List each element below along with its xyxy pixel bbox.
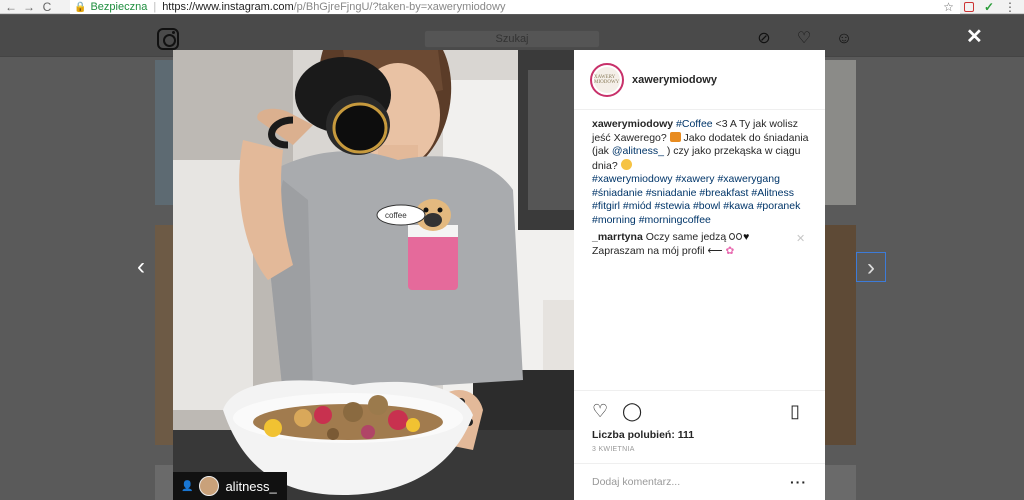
author-username[interactable]: xawerymiodowy <box>632 74 717 86</box>
tagged-user-name: alitness_ <box>225 478 277 494</box>
background-thumbnail <box>155 60 175 205</box>
secure-label: Bezpieczna <box>90 1 148 13</box>
forward-icon[interactable]: → <box>22 0 36 14</box>
extension-shield-icon[interactable] <box>963 2 974 12</box>
search-placeholder: Szukaj <box>495 33 529 45</box>
activity-heart-icon[interactable]: ♡ <box>795 30 813 48</box>
tagged-user-avatar <box>199 476 220 496</box>
close-icon[interactable]: ✕ <box>966 27 983 47</box>
background-thumbnail <box>155 465 175 500</box>
likes-number: 111 <box>677 429 695 441</box>
tagged-user-chip[interactable]: 👤 alitness_ <box>173 472 287 500</box>
comment-text-2: Zapraszam na mój profil <box>592 244 708 257</box>
url-host: https://www.instagram.com <box>162 1 294 13</box>
background-thumbnail <box>824 465 856 500</box>
likes-count[interactable]: Liczba polubień: 111 <box>592 429 694 441</box>
delete-comment-icon[interactable]: ✕ <box>796 232 805 245</box>
smile-emoji-icon <box>620 158 632 170</box>
back-icon[interactable]: ← <box>4 0 18 14</box>
avatar-logo-text: XAWERY MIODOWY <box>594 74 620 85</box>
url-separator: | <box>153 1 157 13</box>
caption-hashtags[interactable]: #xawerymiodowy #xawery #xawerygang #śnia… <box>592 173 800 226</box>
eyes-emoji-icon <box>729 231 743 240</box>
post-date: 3 KWIETNIA <box>592 446 635 453</box>
background-thumbnail <box>155 225 175 445</box>
url-path: /p/BhGjreFjngU/?taken-by=xawerymiodowy <box>293 1 506 13</box>
caption-mention[interactable]: @alitness_ <box>612 145 664 157</box>
arrow-emoji-icon: ⟵ <box>707 244 723 257</box>
instagram-logo-icon[interactable] <box>157 28 179 50</box>
comment-bubble-icon[interactable]: ◯ <box>622 401 642 421</box>
post-photo[interactable]: coffee 👤 alitness_ <box>173 50 574 500</box>
save-bookmark-icon[interactable]: ▯ <box>790 401 810 421</box>
browser-toolbar: ← → C 🔒 Bezpieczna | https://www.instagr… <box>0 0 1024 14</box>
post-photo-illustration: coffee <box>173 50 574 500</box>
extension-check-icon[interactable]: ✓ <box>984 0 994 14</box>
browser-actions: ☆ ✓ ⋮ <box>943 0 1016 14</box>
search-input[interactable]: Szukaj <box>424 30 600 48</box>
comment-username[interactable]: _marrtyna <box>592 231 643 243</box>
post-header: XAWERY MIODOWY xawerymiodowy <box>574 50 825 110</box>
like-heart-icon[interactable]: ♡ <box>592 401 612 421</box>
likes-label: Liczba polubień: <box>592 429 675 441</box>
comment: _marrtyna Oczy same jedzą ♥ Zapraszam na… <box>592 231 792 258</box>
caption-username[interactable]: xawerymiodowy <box>592 118 673 130</box>
address-bar[interactable]: 🔒 Bezpieczna | https://www.instagram.com… <box>70 0 960 14</box>
more-options-icon[interactable]: ··· <box>790 474 807 490</box>
author-avatar[interactable]: XAWERY MIODOWY <box>590 62 624 97</box>
svg-text:coffee: coffee <box>385 211 407 220</box>
reload-icon[interactable]: C <box>40 0 54 14</box>
post-actions: ♡ ◯ ▯ Liczba polubień: 111 3 KWIETNIA Do… <box>574 390 825 500</box>
browser-menu-icon[interactable]: ⋮ <box>1004 0 1016 14</box>
background-thumbnail <box>824 225 856 445</box>
comment-text-1: Oczy same jedzą <box>642 231 730 243</box>
lock-icon: 🔒 <box>74 1 87 13</box>
add-comment-input[interactable]: Dodaj komentarz... <box>592 476 680 488</box>
user-tag-icon: 👤 <box>181 480 194 492</box>
author-avatar-logo: XAWERY MIODOWY <box>594 66 620 93</box>
post-side-panel: XAWERY MIODOWY xawerymiodowy xawerymiodo… <box>574 50 825 500</box>
caption-hashtag-coffee[interactable]: #Coffee <box>676 118 713 130</box>
post-caption: xawerymiodowy #Coffee <3 A Ty jak wolisz… <box>592 118 810 227</box>
flower-emoji-icon: ✿ <box>725 244 735 257</box>
add-comment-bar: Dodaj komentarz... ··· <box>574 463 825 500</box>
bookmark-star-icon[interactable]: ☆ <box>943 0 954 14</box>
previous-post-arrow-icon[interactable]: ‹ <box>126 252 156 282</box>
next-post-arrow-icon[interactable]: › <box>856 252 886 282</box>
background-thumbnail <box>824 60 856 205</box>
explore-compass-icon[interactable]: ⊘ <box>755 30 773 48</box>
heart-emoji-icon: ♥ <box>743 231 750 243</box>
coffee-emoji-icon <box>669 131 681 142</box>
profile-person-icon[interactable]: ☺ <box>835 30 853 48</box>
